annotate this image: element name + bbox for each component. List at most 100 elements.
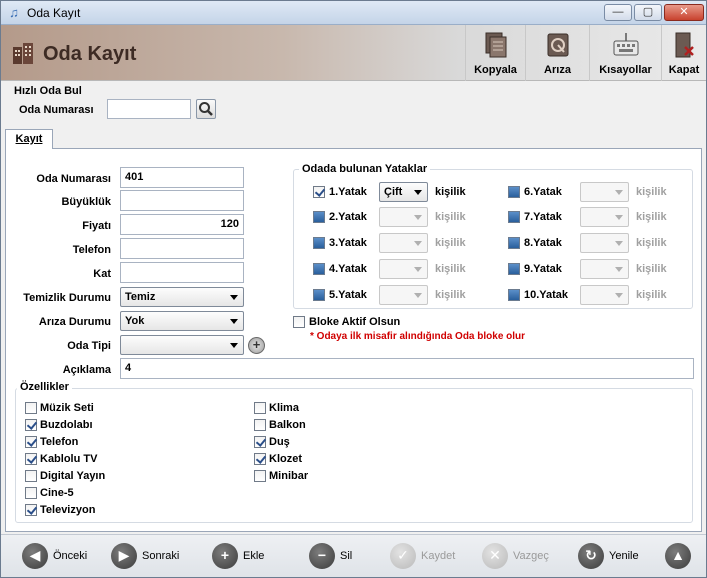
feature-checkbox[interactable] (25, 402, 37, 414)
buyukluk-field[interactable] (120, 190, 244, 211)
app-icon: ♫ (9, 5, 19, 20)
feature-checkbox[interactable] (25, 436, 37, 448)
add-oda-tipi-button[interactable]: + (248, 337, 265, 354)
chevron-down-icon (230, 319, 238, 324)
onceki-label: Önceki (53, 550, 88, 562)
feature-checkbox[interactable] (254, 436, 266, 448)
temizlik-durumu-value: Temiz (125, 291, 156, 303)
bed-type-select[interactable] (580, 233, 629, 253)
arrow-up-icon: ▲ (665, 543, 691, 569)
features-group (15, 388, 693, 523)
kapat-button[interactable]: Kapat (661, 25, 706, 81)
bed-unit-label: kişilik (435, 211, 466, 223)
arrow-left-icon: ◀ (22, 543, 48, 569)
wrench-icon (547, 33, 568, 57)
building-icon (13, 43, 33, 64)
oda-tipi-select[interactable] (120, 335, 244, 355)
chevron-down-icon (615, 293, 623, 298)
bed-type-select[interactable]: Çift (379, 182, 428, 202)
feature-checkbox[interactable] (254, 470, 266, 482)
feature-checkbox[interactable] (25, 487, 37, 499)
keyboard-icon (613, 33, 638, 56)
vazgec-label: Vazgeç (513, 550, 549, 562)
buyukluk-label: Büyüklük (61, 196, 111, 208)
feature-checkbox[interactable] (254, 453, 266, 465)
feature-checkbox[interactable] (25, 419, 37, 431)
feature-label: Digital Yayın (40, 470, 106, 482)
bed-checkbox[interactable] (313, 263, 325, 275)
bed-type-select[interactable] (580, 182, 629, 202)
close-button[interactable]: ✕ (664, 4, 704, 21)
bed-label: 8.Yatak (524, 237, 562, 249)
bed-type-select[interactable] (379, 259, 428, 279)
aciklama-field[interactable]: 4 (120, 358, 694, 379)
kapat-label: Kapat (668, 64, 700, 76)
feature-checkbox[interactable] (25, 453, 37, 465)
fiyati-field[interactable]: 120 (120, 214, 244, 235)
temizlik-durumu-label: Temizlik Durumu (23, 292, 111, 304)
chevron-down-icon (615, 241, 623, 246)
bed-checkbox[interactable] (313, 211, 325, 223)
feature-checkbox[interactable] (254, 402, 266, 414)
telefon-field[interactable] (120, 238, 244, 259)
bed-label: 7.Yatak (524, 211, 562, 223)
feature-label: Minibar (269, 470, 309, 482)
bed-type-select[interactable] (379, 233, 428, 253)
kisayollar-label: Kısayollar (599, 64, 652, 76)
bed-checkbox[interactable] (508, 186, 520, 198)
bed-type-select[interactable] (580, 207, 629, 227)
chevron-down-icon (230, 343, 238, 348)
telefon-label: Telefon (72, 244, 111, 256)
bed-unit-label: kişilik (636, 186, 667, 198)
feature-label: Cine-5 (40, 487, 74, 499)
feature-checkbox[interactable] (254, 419, 266, 431)
feature-label: Müzik Seti (40, 402, 94, 414)
kat-label: Kat (93, 268, 111, 280)
bed-checkbox[interactable] (313, 289, 325, 301)
bed-type-select[interactable] (580, 285, 629, 305)
kopyala-button[interactable]: Kopyala (465, 25, 525, 81)
ariza-durumu-select[interactable]: Yok (120, 311, 244, 331)
sonraki-label: Sonraki (142, 550, 180, 562)
ariza-durumu-label: Arıza Durumu (38, 316, 111, 328)
bed-checkbox[interactable] (313, 237, 325, 249)
bed-checkbox[interactable] (508, 237, 520, 249)
bed-checkbox[interactable] (508, 289, 520, 301)
feature-checkbox[interactable] (25, 504, 37, 516)
bed-type-select[interactable] (379, 285, 428, 305)
minimize-button[interactable]: — (604, 4, 632, 21)
quick-search-button[interactable] (196, 99, 216, 119)
temizlik-durumu-select[interactable]: Temiz (120, 287, 244, 307)
bed-type-value: Çift (384, 186, 403, 198)
ariza-button[interactable]: Arıza (525, 25, 589, 81)
kaydet-label: Kaydet (421, 550, 456, 562)
bloke-aktif-checkbox[interactable] (293, 316, 305, 328)
ekle-label: Ekle (243, 550, 265, 562)
chevron-down-icon (615, 215, 623, 220)
kisayollar-button[interactable]: Kısayollar (589, 25, 661, 81)
bed-unit-label: kişilik (435, 289, 466, 301)
maximize-button[interactable]: ▢ (634, 4, 662, 21)
quick-find-input[interactable] (107, 99, 191, 119)
minus-icon: − (309, 543, 335, 569)
header-band: Oda Kayıt Kopyala Arıza Kısayollar Kapat (1, 25, 706, 81)
bed-label: 6.Yatak (524, 186, 562, 198)
feature-label: Klozet (269, 453, 302, 465)
tab-kayit[interactable]: Kayıt (5, 129, 53, 149)
chevron-down-icon (414, 190, 422, 195)
feature-checkbox[interactable] (25, 470, 37, 482)
exit-door-icon (675, 32, 694, 58)
bed-type-select[interactable] (580, 259, 629, 279)
kat-field[interactable] (120, 262, 244, 283)
bed-checkbox[interactable] (508, 263, 520, 275)
ariza-label: Arıza (544, 64, 571, 76)
bed-checkbox[interactable] (508, 211, 520, 223)
bed-type-select[interactable] (379, 207, 428, 227)
chevron-down-icon (414, 293, 422, 298)
aciklama-label: Açıklama (62, 364, 111, 376)
bed-checkbox[interactable] (313, 186, 325, 198)
oda-numarasi-field[interactable]: 401 (120, 167, 244, 188)
page-title: Oda Kayıt (43, 43, 137, 65)
bed-label: 9.Yatak (524, 263, 562, 275)
bottom-toolbar: ◀ Önceki ▶ Sonraki + Ekle − Sil ✓ Kaydet… (1, 534, 706, 577)
